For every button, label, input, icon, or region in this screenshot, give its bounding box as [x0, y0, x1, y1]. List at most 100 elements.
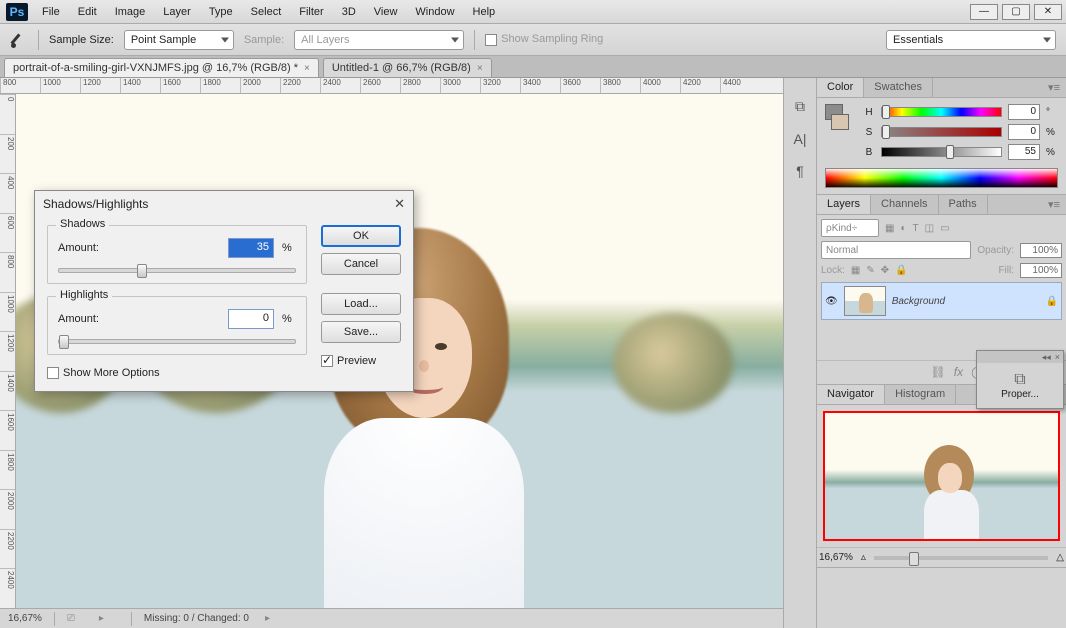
tab-navigator[interactable]: Navigator [817, 385, 885, 404]
color-spectrum[interactable] [825, 168, 1058, 188]
menu-select[interactable]: Select [243, 3, 290, 21]
zoom-out-icon[interactable]: ▵ [861, 552, 866, 563]
collapse-icon[interactable]: ◂◂ [1042, 352, 1051, 362]
close-button[interactable]: ✕ [1034, 4, 1062, 20]
sample-dropdown[interactable]: All Layers [294, 30, 464, 50]
divider [38, 30, 39, 50]
menu-edit[interactable]: Edit [70, 3, 105, 21]
missing-changed-status: Missing: 0 / Changed: 0 [144, 613, 249, 624]
hue-slider[interactable] [881, 107, 1002, 117]
minimize-button[interactable]: — [970, 4, 998, 20]
tab-channels[interactable]: Channels [871, 195, 938, 214]
horizontal-ruler[interactable]: 8001000120014001600180020002200240026002… [0, 78, 783, 94]
properties-floating-panel[interactable]: ◂◂× ⧉ Proper... [976, 350, 1064, 409]
opacity-input[interactable]: 100% [1020, 243, 1062, 258]
close-tab-icon[interactable]: × [304, 63, 310, 74]
bri-input[interactable]: 55 [1008, 144, 1040, 160]
fg-bg-swatches[interactable] [825, 104, 849, 164]
menu-help[interactable]: Help [465, 3, 504, 21]
menu-filter[interactable]: Filter [291, 3, 331, 21]
tab-color[interactable]: Color [817, 78, 864, 97]
filter-type-icon[interactable]: T [913, 223, 919, 234]
panel-menu-icon[interactable]: ▾≡ [1042, 195, 1066, 214]
tab-swatches[interactable]: Swatches [864, 78, 933, 97]
menu-type[interactable]: Type [201, 3, 241, 21]
checkbox-icon[interactable] [47, 367, 59, 379]
sample-label: Sample: [244, 34, 284, 46]
filter-adjust-icon[interactable]: ◐ [900, 223, 906, 234]
color-panel: Color Swatches ▾≡ H0° S0% B55% [817, 78, 1066, 195]
history-icon[interactable]: ⧉ [795, 98, 805, 115]
shadows-amount-slider[interactable] [58, 268, 296, 273]
menu-layer[interactable]: Layer [155, 3, 199, 21]
lock-move-icon[interactable]: ✥ [881, 265, 889, 276]
zoom-level[interactable]: 16,67% [8, 613, 42, 624]
show-sampling-ring-option[interactable]: Show Sampling Ring [485, 33, 603, 45]
paragraph-icon[interactable]: ¶ [796, 163, 804, 179]
filter-smart-icon[interactable]: ▭ [940, 223, 949, 234]
lock-position-icon[interactable]: ✎ [866, 265, 874, 276]
eyedropper-icon[interactable] [10, 31, 28, 49]
menu-image[interactable]: Image [107, 3, 154, 21]
sat-slider[interactable] [881, 127, 1002, 137]
background-swatch[interactable] [831, 114, 849, 130]
character-icon[interactable]: A| [794, 131, 807, 147]
lock-icon: 🔒 [1046, 296, 1058, 307]
zoom-in-icon[interactable]: △ [1056, 552, 1064, 563]
workspace-switcher[interactable]: Essentials [886, 30, 1056, 50]
vertical-ruler[interactable]: 0200400600800100012001400160018002000220… [0, 94, 16, 608]
save-button[interactable]: Save... [321, 321, 401, 343]
navigator-preview[interactable] [823, 411, 1060, 541]
dialog-close-button[interactable]: ✕ [394, 196, 405, 212]
lock-pixels-icon[interactable]: ▦ [851, 265, 860, 276]
tab-layers[interactable]: Layers [817, 195, 871, 214]
chevron-right-icon[interactable]: ▸ [265, 613, 270, 624]
navigator-zoom[interactable]: 16,67% [819, 552, 853, 563]
zoom-slider[interactable] [874, 556, 1048, 560]
fill-input[interactable]: 100% [1020, 263, 1062, 278]
checkbox-icon[interactable] [485, 34, 497, 46]
status-icon[interactable]: ▸ [99, 613, 119, 624]
blend-mode-dropdown[interactable]: Normal [821, 241, 971, 259]
preview-checkbox[interactable]: Preview [321, 355, 401, 367]
filter-pixel-icon[interactable]: ▦ [885, 223, 894, 234]
filter-shape-icon[interactable]: ◫ [925, 223, 934, 234]
fill-label: Fill: [998, 265, 1014, 276]
menu-3d[interactable]: 3D [334, 3, 364, 21]
maximize-button[interactable]: ▢ [1002, 4, 1030, 20]
ok-button[interactable]: OK [321, 225, 401, 247]
menu-window[interactable]: Window [407, 3, 462, 21]
cancel-button[interactable]: Cancel [321, 253, 401, 275]
layer-row[interactable]: 👁 Background 🔒 [821, 282, 1062, 320]
hue-input[interactable]: 0 [1008, 104, 1040, 120]
load-button[interactable]: Load... [321, 293, 401, 315]
filter-kind-dropdown[interactable]: ρ Kind ÷ [821, 219, 879, 237]
show-more-options-checkbox[interactable]: Show More Options [47, 367, 160, 379]
document-tab[interactable]: portrait-of-a-smiling-girl-VXNJMFS.jpg @… [4, 58, 319, 77]
menu-view[interactable]: View [366, 3, 406, 21]
properties-icon[interactable]: ⧉ [981, 371, 1059, 389]
status-icon[interactable]: ⎚ [67, 613, 87, 624]
tab-histogram[interactable]: Histogram [885, 385, 956, 404]
layer-thumbnail[interactable] [844, 286, 886, 316]
bri-slider[interactable] [881, 147, 1002, 157]
sat-input[interactable]: 0 [1008, 124, 1040, 140]
checkbox-checked-icon[interactable] [321, 355, 333, 367]
close-tab-icon[interactable]: × [477, 63, 483, 74]
highlights-amount-input[interactable]: 0 [228, 309, 274, 329]
panel-menu-icon[interactable]: ▾≡ [1042, 78, 1066, 97]
visibility-eye-icon[interactable]: 👁 [825, 296, 838, 307]
document-tab-bar: portrait-of-a-smiling-girl-VXNJMFS.jpg @… [0, 56, 1066, 78]
tab-paths[interactable]: Paths [939, 195, 988, 214]
dialog-titlebar[interactable]: Shadows/Highlights ✕ [35, 191, 413, 217]
link-layers-icon[interactable]: ⛓ [931, 365, 946, 380]
layer-name[interactable]: Background [892, 296, 945, 307]
sample-size-dropdown[interactable]: Point Sample [124, 30, 234, 50]
fx-icon[interactable]: fx [954, 365, 963, 380]
highlights-amount-slider[interactable] [58, 339, 296, 344]
close-icon[interactable]: × [1055, 352, 1060, 362]
shadows-amount-input[interactable]: 35 [228, 238, 274, 258]
lock-all-icon[interactable]: 🔒 [895, 265, 907, 276]
document-tab[interactable]: Untitled-1 @ 66,7% (RGB/8) × [323, 58, 492, 77]
menu-file[interactable]: File [34, 3, 68, 21]
